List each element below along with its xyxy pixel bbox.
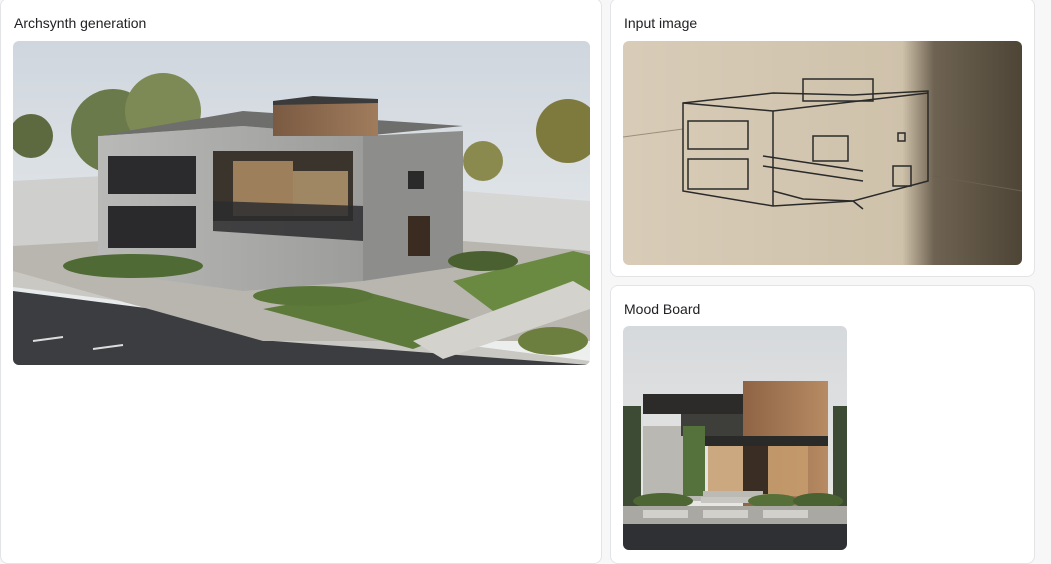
panel-title: Input image (624, 15, 698, 31)
panel-title: Archsynth generation (14, 15, 147, 31)
mood-board-image[interactable] (623, 326, 847, 550)
archsynth-generation-panel: Archsynth generation (0, 0, 602, 564)
mood-board-panel: Mood Board (610, 285, 1035, 564)
panel-title: Mood Board (624, 301, 701, 317)
input-sketch-image[interactable] (623, 41, 1022, 265)
input-image-panel: Input image (610, 0, 1035, 277)
generated-house-image[interactable] (13, 41, 590, 365)
